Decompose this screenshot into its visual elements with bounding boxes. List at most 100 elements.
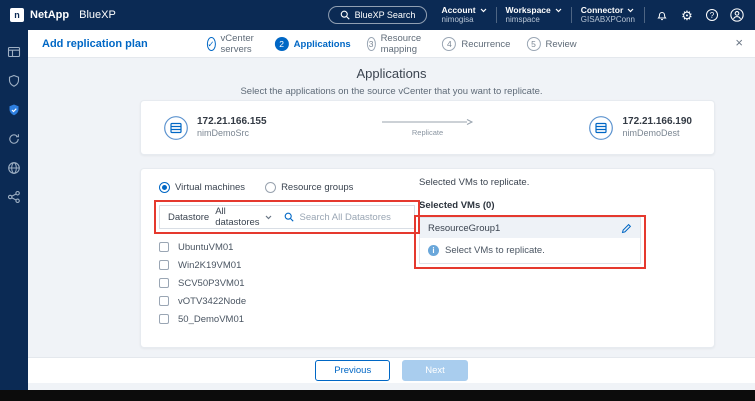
share-nodes-icon bbox=[7, 190, 21, 204]
sidebar-item-share[interactable] bbox=[4, 187, 24, 207]
vm-checkbox[interactable] bbox=[159, 314, 169, 324]
target-endpoint: 172.21.166.190 nimDemoDest bbox=[588, 115, 692, 141]
account-value: nimogisa bbox=[442, 15, 487, 25]
sidebar-item-canvas[interactable] bbox=[4, 42, 24, 62]
product-name: BlueXP bbox=[79, 9, 116, 21]
empty-hint-text: Select VMs to replicate. bbox=[445, 245, 545, 256]
replicate-arrow: Replicate bbox=[267, 118, 589, 137]
resource-group-header: ResourceGroup1 bbox=[420, 218, 640, 238]
sidebar-item-governance[interactable] bbox=[4, 71, 24, 91]
brand: n NetApp BlueXP bbox=[10, 8, 116, 22]
vm-list-row: 50_DemoVM01 bbox=[159, 310, 421, 328]
wizard-stepper: ✓ vCenter servers 2 Applications 3 Resou… bbox=[206, 30, 576, 58]
account-label: Account bbox=[442, 5, 476, 16]
pencil-icon bbox=[621, 223, 632, 234]
source-name: nimDemoSrc bbox=[197, 128, 267, 140]
user-menu-button[interactable] bbox=[729, 7, 745, 23]
page-title: Applications bbox=[28, 66, 755, 81]
empty-selection-hint: i Select VMs to replicate. bbox=[420, 238, 640, 263]
bottom-edge-bar bbox=[0, 390, 755, 401]
close-icon[interactable]: × bbox=[735, 35, 743, 50]
connector-value: GISABXPConn bbox=[581, 15, 635, 25]
avatar-icon bbox=[730, 8, 744, 22]
vm-label: Win2K19VM01 bbox=[178, 260, 241, 271]
radio-unselected-icon bbox=[265, 182, 276, 193]
connector-label: Connector bbox=[581, 5, 624, 16]
previous-button[interactable]: Previous bbox=[315, 360, 390, 381]
notifications-button[interactable] bbox=[654, 7, 670, 23]
bluexp-search-button[interactable]: BlueXP Search bbox=[328, 6, 428, 24]
vm-label: SCV50P3VM01 bbox=[178, 278, 245, 289]
chevron-down-icon bbox=[480, 8, 487, 13]
radio-selected-icon bbox=[159, 182, 170, 193]
header-divider bbox=[496, 7, 497, 23]
vm-label: 50_DemoVM01 bbox=[178, 314, 244, 325]
next-button[interactable]: Next bbox=[402, 360, 468, 381]
replicate-label: Replicate bbox=[412, 128, 443, 137]
wizard-footer: Previous Next bbox=[28, 357, 755, 383]
bluexp-app-window: n NetApp BlueXP BlueXP Search Account ni… bbox=[0, 0, 755, 401]
edit-group-button[interactable] bbox=[621, 223, 632, 234]
radio-virtual-machines[interactable]: Virtual machines bbox=[159, 182, 245, 193]
header-right-cluster: Account nimogisa Workspace nimspace Conn… bbox=[442, 5, 745, 26]
source-type-radio-group: Virtual machines Resource groups bbox=[159, 179, 421, 195]
step-check-icon: ✓ bbox=[206, 37, 215, 51]
target-ip: 172.21.166.190 bbox=[622, 115, 692, 128]
chevron-down-icon bbox=[627, 8, 634, 13]
page-subtitle: Select the applications on the source vC… bbox=[28, 86, 755, 97]
netapp-logo-icon: n bbox=[10, 8, 24, 22]
sidebar-item-extensions[interactable] bbox=[4, 158, 24, 178]
vcenter-server-icon bbox=[588, 115, 614, 141]
wizard-title: Add replication plan bbox=[42, 38, 148, 50]
resource-group-box: ResourceGroup1 i Select VMs to replicate… bbox=[419, 217, 641, 264]
step-applications[interactable]: 2 Applications bbox=[275, 37, 351, 51]
chevron-down-icon bbox=[555, 8, 562, 13]
vm-checkbox[interactable] bbox=[159, 296, 169, 306]
connector-menu[interactable]: Connector GISABXPConn bbox=[581, 5, 635, 26]
sidebar-item-mobility[interactable] bbox=[4, 129, 24, 149]
vm-list: UbuntuVM01 Win2K19VM01 SCV50P3VM01 bbox=[159, 238, 421, 328]
applications-card: Virtual machines Resource groups Datasto… bbox=[140, 168, 715, 348]
datastore-select[interactable]: All datastores bbox=[215, 206, 271, 228]
settings-button[interactable]: ⚙ bbox=[679, 7, 695, 23]
help-button[interactable]: ? bbox=[704, 7, 720, 23]
vm-label: UbuntuVM01 bbox=[178, 242, 233, 253]
globe-icon bbox=[7, 161, 21, 175]
chevron-down-icon bbox=[265, 215, 272, 220]
datastore-search-input[interactable] bbox=[300, 212, 408, 223]
target-name: nimDemoDest bbox=[622, 128, 692, 140]
step-resource-mapping[interactable]: 3 Resource mapping bbox=[367, 33, 427, 55]
vm-checkbox[interactable] bbox=[159, 260, 169, 270]
sync-icon bbox=[7, 132, 21, 146]
vm-checkbox[interactable] bbox=[159, 278, 169, 288]
vm-list-row: UbuntuVM01 bbox=[159, 238, 421, 256]
step-review[interactable]: 5 Review bbox=[526, 37, 576, 51]
resource-group-name: ResourceGroup1 bbox=[428, 223, 500, 234]
vm-selection-panel: Virtual machines Resource groups Datasto… bbox=[159, 179, 421, 328]
source-ip: 172.21.166.155 bbox=[197, 115, 267, 128]
search-label: BlueXP Search bbox=[355, 10, 416, 20]
header-divider bbox=[571, 7, 572, 23]
workspace-menu[interactable]: Workspace nimspace bbox=[506, 5, 562, 26]
datastore-label: Datastore bbox=[168, 212, 209, 223]
header-divider bbox=[644, 7, 645, 23]
selected-vms-count: Selected VMs (0) bbox=[419, 200, 641, 211]
vm-label: vOTV3422Node bbox=[178, 296, 246, 307]
shield-icon bbox=[7, 74, 21, 88]
radio-resource-groups[interactable]: Resource groups bbox=[265, 182, 353, 193]
replication-summary-card: 172.21.166.155 nimDemoSrc Replicate 17 bbox=[140, 100, 715, 155]
step-recurrence[interactable]: 4 Recurrence bbox=[442, 37, 510, 51]
bell-icon bbox=[656, 9, 668, 21]
workspace-value: nimspace bbox=[506, 15, 562, 25]
sidebar-item-protection[interactable] bbox=[4, 100, 24, 120]
help-icon: ? bbox=[706, 9, 718, 21]
step-vcenter-servers[interactable]: ✓ vCenter servers bbox=[206, 33, 258, 55]
source-endpoint: 172.21.166.155 nimDemoSrc bbox=[163, 115, 267, 141]
vm-list-row: SCV50P3VM01 bbox=[159, 274, 421, 292]
top-header: n NetApp BlueXP BlueXP Search Account ni… bbox=[0, 0, 755, 30]
account-menu[interactable]: Account nimogisa bbox=[442, 5, 487, 26]
selected-vms-heading: Selected VMs to replicate. bbox=[419, 177, 641, 188]
canvas-icon bbox=[7, 45, 21, 59]
vm-checkbox[interactable] bbox=[159, 242, 169, 252]
vcenter-server-icon bbox=[163, 115, 189, 141]
